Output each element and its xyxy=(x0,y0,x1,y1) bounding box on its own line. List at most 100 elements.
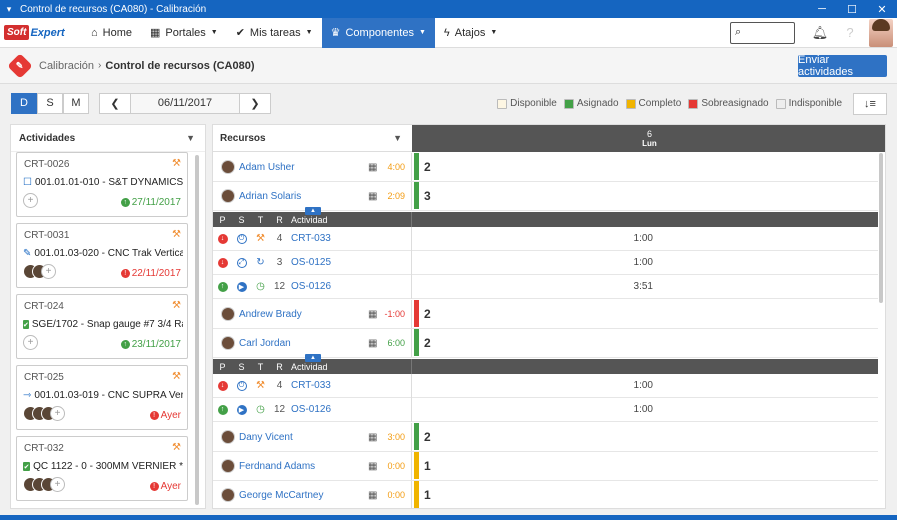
calibration-icon: ✎ xyxy=(7,52,33,79)
sort-button[interactable]: ↓≡ xyxy=(853,93,887,115)
activity-code: CRT-024 xyxy=(24,301,64,312)
nav-componentes[interactable]: ♛ Componentes ▼ xyxy=(321,17,435,48)
play-icon: ▶ xyxy=(236,281,247,292)
assignee-avatars[interactable]: + xyxy=(23,264,56,279)
user-avatar[interactable] xyxy=(869,18,893,47)
breadcrumb-parent[interactable]: Calibración xyxy=(39,60,94,72)
due-date: ! 22/11/2017 xyxy=(120,268,181,279)
activity-link[interactable]: OS-0125 xyxy=(289,250,412,275)
prev-date-button[interactable]: ❮ xyxy=(99,92,131,114)
caret-down-icon: ▼ xyxy=(210,29,218,36)
next-date-button[interactable]: ❯ xyxy=(239,92,271,114)
due-date: ↑ 23/11/2017 xyxy=(120,339,181,350)
nav-atajos[interactable]: ϟ Atajos ▼ xyxy=(435,18,506,48)
resource-name[interactable]: Adam Usher xyxy=(239,162,295,173)
hours-value: 0:00 xyxy=(387,461,405,471)
view-week-button[interactable]: S xyxy=(37,92,63,114)
activity-card[interactable]: CRT-032 ⚒ ✔ QC 1122 - 0 - 300MM VERNIER * +!… xyxy=(16,436,188,501)
subtable-row[interactable]: ↓ ⏻ ⚒ 4 CRT-033 1:00 xyxy=(213,226,878,251)
hours-value: 6:00 xyxy=(387,338,405,348)
caret-down-icon: ▼ xyxy=(305,29,313,36)
resource-name[interactable]: George McCartney xyxy=(239,490,323,501)
resource-row[interactable]: Adrian Solaris ▦ 2:09 ▲ 3 xyxy=(213,182,878,215)
nav-home[interactable]: ⌂ Home xyxy=(82,18,141,48)
scrollbar[interactable] xyxy=(879,153,883,303)
resource-row[interactable]: Andrew Brady ▦ -1:00 2 xyxy=(213,300,878,329)
allocation-bar xyxy=(414,481,419,508)
filter-icon[interactable]: ▼ xyxy=(393,133,402,143)
close-button[interactable]: ✕ xyxy=(867,0,897,18)
filter-icon[interactable]: ▼ xyxy=(186,133,195,143)
subtable-row[interactable]: ↓ ⏻ ⚒ 4 CRT-033 1:00 xyxy=(213,373,878,398)
activity-link[interactable]: OS-0126 xyxy=(289,274,412,299)
calendar-icon[interactable]: ▦ xyxy=(368,338,377,349)
calendar-icon[interactable]: ▦ xyxy=(368,162,377,173)
resource-name[interactable]: Carl Jordan xyxy=(239,338,291,349)
send-activities-button[interactable]: Enviar actividades xyxy=(798,54,887,78)
home-icon: ⌂ xyxy=(91,26,98,39)
view-day-button[interactable]: D xyxy=(11,92,37,114)
activity-card[interactable]: CRT-0031 ⚒ ✎ 001.01.03-020 - CNC Trak Verti… xyxy=(16,223,188,288)
collapse-button[interactable]: ▲ xyxy=(305,354,321,362)
subtable-row[interactable]: ↓ ⤢ ↻ 3 OS-0125 1:00 xyxy=(213,250,878,275)
legend-swatch xyxy=(497,98,508,109)
view-switch: D S M xyxy=(11,92,89,114)
resource-name[interactable]: Ferdnand Adams xyxy=(239,461,315,472)
search-icon: ⌕ xyxy=(735,26,742,38)
legend-item: Asignado xyxy=(563,98,619,109)
activity-link[interactable]: CRT-033 xyxy=(289,226,412,251)
clock-icon: ◷ xyxy=(256,404,265,415)
resource-row[interactable]: Adam Usher ▦ 4:00 2 xyxy=(213,153,878,182)
sort-icon: ↓≡ xyxy=(864,98,876,110)
collapse-button[interactable]: ▲ xyxy=(305,207,321,215)
wrench-icon: ⚒ xyxy=(256,380,265,391)
resource-row[interactable]: Ferdnand Adams ▦ 0:00 1 xyxy=(213,452,878,481)
calendar-icon[interactable]: ▦ xyxy=(368,309,377,320)
subtable-row[interactable]: ↑ ▶ ◷ 12 OS-0126 3:51 xyxy=(213,274,878,299)
resource-row[interactable]: Carl Jordan ▦ 6:00 ▲ 2 xyxy=(213,329,878,362)
hours-value: 0:00 xyxy=(387,490,405,500)
scrollbar[interactable] xyxy=(195,155,199,505)
allocation-bar xyxy=(414,182,419,209)
calendar-icon[interactable]: ▦ xyxy=(368,432,377,443)
resource-row[interactable]: Dany Vicent ▦ 3:00 2 xyxy=(213,423,878,452)
activity-card[interactable]: CRT-0026 ⚒ ☐ 001.01.01-010 - S&T DYNAMICS..… xyxy=(16,152,188,217)
day-column-header: 6 Lun xyxy=(412,125,885,152)
resource-row[interactable]: George McCartney ▦ 0:00 1 xyxy=(213,481,878,508)
resource-name[interactable]: Dany Vicent xyxy=(239,432,293,443)
avatar xyxy=(221,459,235,473)
activity-link[interactable]: CRT-033 xyxy=(289,373,412,398)
calendar-icon[interactable]: ▦ xyxy=(368,461,377,472)
add-assignee-button[interactable]: + xyxy=(23,335,38,350)
activity-description: 001.01.03-020 - CNC Trak Vertical... xyxy=(34,248,183,259)
legend-item: Completo xyxy=(625,98,681,109)
search-input[interactable]: ⌕ xyxy=(730,21,795,44)
maximize-button[interactable]: ☐ xyxy=(837,0,867,18)
bell-icon[interactable]: 🔔︎ xyxy=(805,18,835,48)
activity-link[interactable]: OS-0126 xyxy=(289,397,412,422)
activities-panel: Actividades ▼ CRT-0026 ⚒ ☐ 001.01.01-010 - S… xyxy=(10,124,206,509)
calendar-icon[interactable]: ▦ xyxy=(368,191,377,202)
activity-card[interactable]: CRT-024 ⚒ ✔SGE/1702 - Snap gauge #7 3/4 Ra… xyxy=(16,294,188,359)
date-display[interactable]: 06/11/2017 xyxy=(131,92,239,114)
brand-logo[interactable]: Soft Expert xyxy=(4,24,82,42)
activity-time: 1:00 xyxy=(633,233,653,244)
help-icon[interactable]: ? xyxy=(835,18,865,48)
activity-card[interactable]: CRT-025 ⚒ ⇾001.01.03-019 - CNC SUPRA Verti… xyxy=(16,365,188,430)
minimize-button[interactable]: ─ xyxy=(807,0,837,18)
view-month-button[interactable]: M xyxy=(63,92,89,114)
resources-title: Recursos xyxy=(220,132,266,144)
allocation-bar xyxy=(414,153,419,180)
calendar-icon[interactable]: ▦ xyxy=(368,490,377,501)
resource-name[interactable]: Andrew Brady xyxy=(239,309,302,320)
priority-up-icon: ↑ xyxy=(217,281,228,292)
assignee-avatars[interactable]: + xyxy=(23,477,65,492)
nav-mis-tareas[interactable]: ✔ Mis tareas ▼ xyxy=(227,18,322,48)
add-assignee-button[interactable]: + xyxy=(23,193,38,208)
assignee-avatars[interactable]: + xyxy=(23,406,65,421)
subtable-row[interactable]: ↑ ▶ ◷ 12 OS-0126 1:00 xyxy=(213,397,878,422)
wrench-icon: ⚒ xyxy=(172,371,181,382)
nav-portales[interactable]: ▦ Portales ▼ xyxy=(141,18,227,48)
resource-name[interactable]: Adrian Solaris xyxy=(239,191,301,202)
avatar xyxy=(221,160,235,174)
